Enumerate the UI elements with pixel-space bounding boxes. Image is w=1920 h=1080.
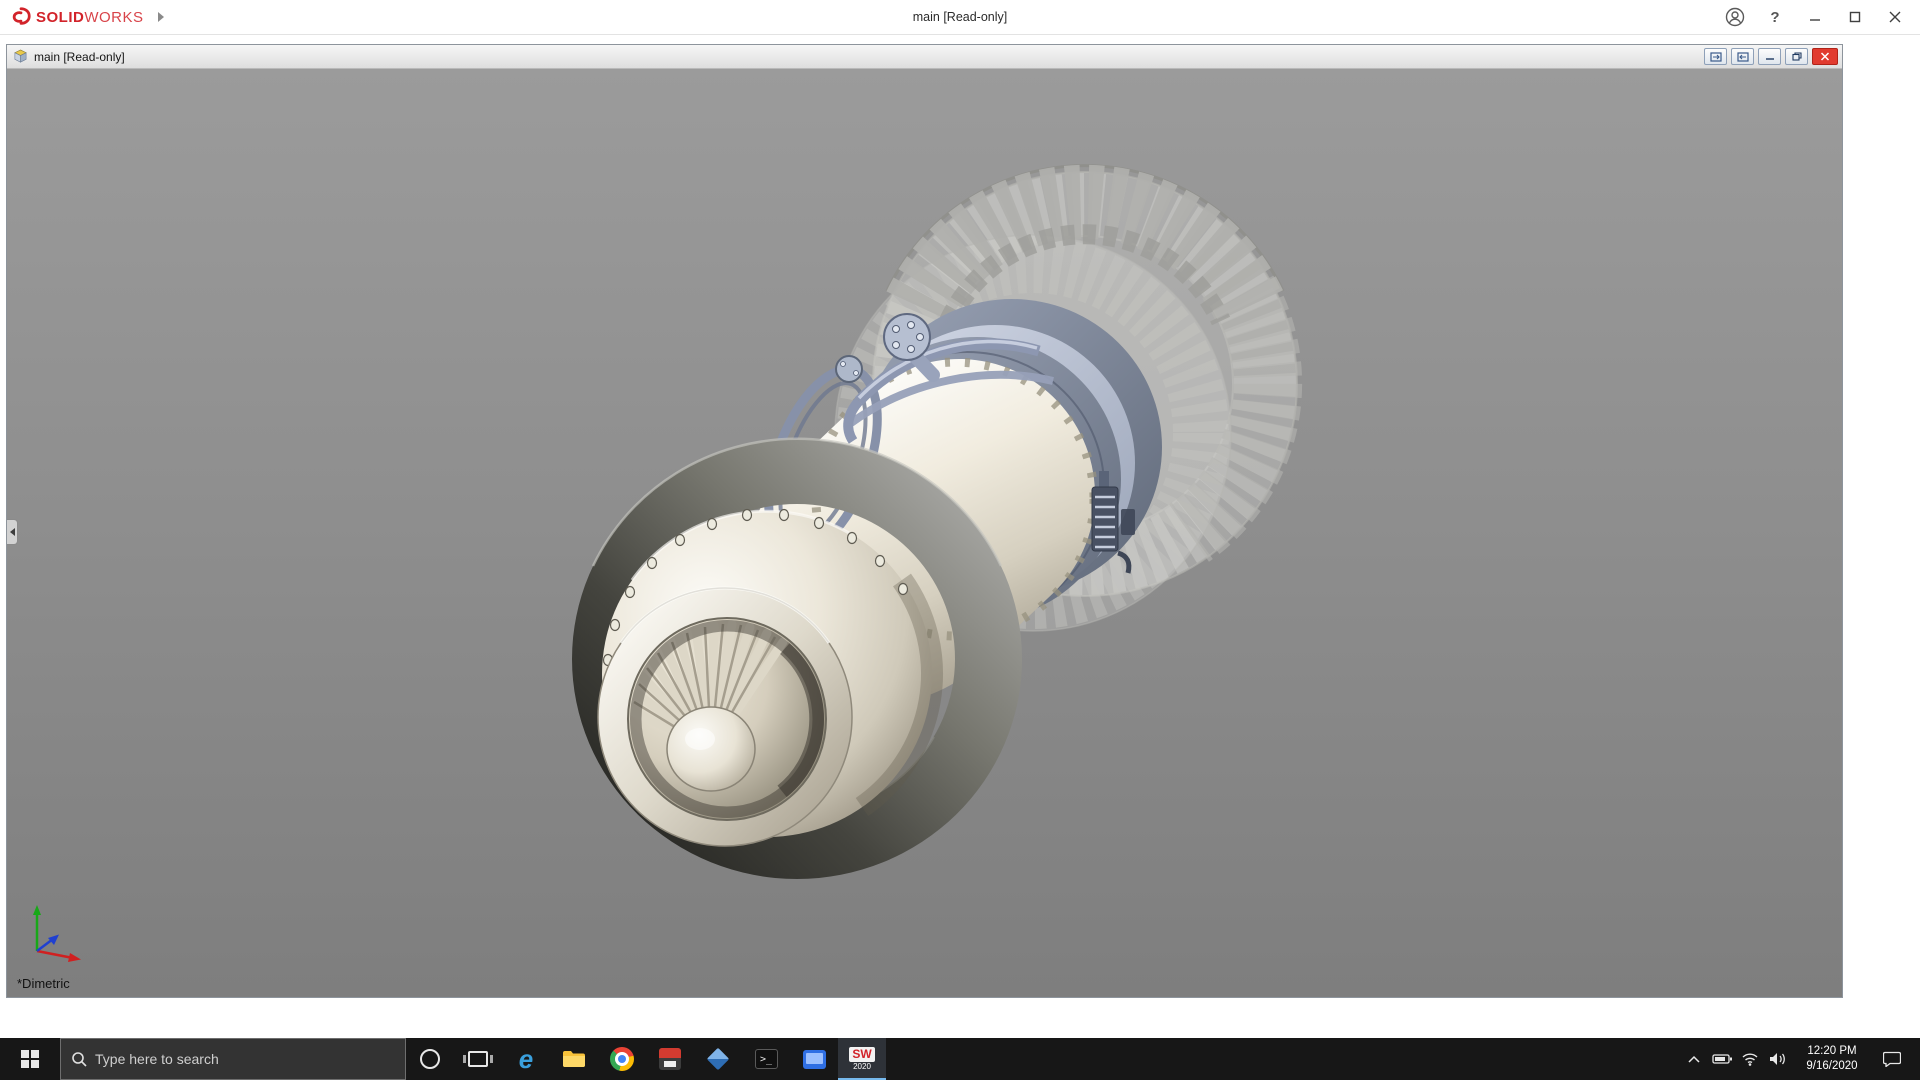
app-minimize-button[interactable] xyxy=(1800,4,1830,30)
windows-taskbar: e >_ SW 2020 xyxy=(0,1038,1920,1080)
featuremanager-collapse-arrow[interactable] xyxy=(7,519,18,545)
solidworks-app-icon: SW xyxy=(849,1047,874,1062)
edge-browser-icon: e xyxy=(519,1046,533,1072)
taskbar-icon-chrome[interactable] xyxy=(598,1038,646,1080)
triad-z-axis xyxy=(48,935,59,946)
user-avatar-icon xyxy=(1725,7,1745,27)
red-app-icon xyxy=(659,1048,681,1070)
action-center-button[interactable] xyxy=(1872,1038,1912,1080)
wifi-network-icon xyxy=(1741,1052,1759,1066)
doc-pane-button-2[interactable] xyxy=(1731,48,1754,65)
chrome-browser-icon xyxy=(610,1047,634,1071)
file-explorer-folder-icon xyxy=(562,1049,586,1069)
blue-cube-app-icon xyxy=(707,1048,730,1071)
notification-icon xyxy=(1883,1051,1901,1067)
doc-restore-button[interactable] xyxy=(1785,48,1808,65)
part-cube-icon xyxy=(13,49,28,64)
taskbar-icon-taskview[interactable] xyxy=(454,1038,502,1080)
taskbar-clock[interactable]: 12:20 PM 9/16/2020 xyxy=(1792,1044,1872,1074)
app-window-title: main [Read-only] xyxy=(0,10,1920,24)
close-icon xyxy=(1820,52,1830,61)
minimize-icon xyxy=(1765,52,1775,61)
start-button[interactable] xyxy=(0,1038,60,1080)
account-button[interactable] xyxy=(1720,4,1750,30)
doc-pane-button-1[interactable] xyxy=(1704,48,1727,65)
search-icon xyxy=(71,1051,87,1067)
taskbar-icon-app-red[interactable] xyxy=(646,1038,694,1080)
windows-logo-icon xyxy=(21,1050,39,1068)
dassault-systemes-icon xyxy=(10,6,32,28)
app-close-button[interactable] xyxy=(1880,4,1910,30)
graphics-viewport[interactable]: *Dimetric xyxy=(7,69,1842,997)
taskbar-search[interactable] xyxy=(60,1038,406,1080)
triad-x-axis xyxy=(68,953,81,962)
pane-arrow-icon xyxy=(1737,52,1749,62)
engine-3d-model xyxy=(7,69,1842,997)
app-window-controls: ? xyxy=(1720,4,1910,30)
task-view-icon xyxy=(468,1051,488,1067)
app-titlebar: SOLIDWORKS main [Read-only] ? xyxy=(0,0,1920,35)
help-icon: ? xyxy=(1770,9,1779,26)
taskbar-icon-app-blue[interactable] xyxy=(694,1038,742,1080)
speaker-volume-icon xyxy=(1769,1052,1787,1066)
restore-icon xyxy=(1792,52,1802,61)
cortana-circle-icon xyxy=(420,1049,440,1069)
clock-date: 9/16/2020 xyxy=(1806,1059,1857,1074)
taskbar-spacer xyxy=(886,1038,1680,1080)
taskbar-icon-solidworks[interactable]: SW 2020 xyxy=(838,1038,886,1080)
taskbar-icon-explorer[interactable] xyxy=(550,1038,598,1080)
tray-volume-button[interactable] xyxy=(1764,1038,1792,1080)
screen-app-icon xyxy=(803,1050,826,1069)
tray-network-button[interactable] xyxy=(1736,1038,1764,1080)
battery-icon xyxy=(1712,1053,1732,1065)
taskbar-icon-app-screen[interactable] xyxy=(790,1038,838,1080)
solidworks-logo: SOLIDWORKS xyxy=(10,6,144,28)
taskbar-icon-cortana[interactable] xyxy=(406,1038,454,1080)
chevron-left-icon xyxy=(10,528,15,536)
brand-solid: SOLID xyxy=(36,9,84,26)
system-tray: 12:20 PM 9/16/2020 xyxy=(1680,1038,1920,1080)
tray-battery-button[interactable] xyxy=(1708,1038,1736,1080)
menu-expand-arrow-icon[interactable] xyxy=(158,12,164,22)
doc-minimize-button[interactable] xyxy=(1758,48,1781,65)
brand-wordmark: SOLIDWORKS xyxy=(36,9,144,26)
document-window: main [Read-only] xyxy=(6,44,1843,998)
document-window-controls xyxy=(1704,48,1838,65)
search-input[interactable] xyxy=(95,1051,395,1067)
close-icon xyxy=(1889,11,1901,23)
tray-expand-button[interactable] xyxy=(1680,1038,1708,1080)
help-button[interactable]: ? xyxy=(1760,4,1790,30)
terminal-icon: >_ xyxy=(755,1049,778,1069)
triad-y-axis xyxy=(33,905,41,915)
clock-time: 12:20 PM xyxy=(1807,1044,1856,1059)
solidworks-version-badge: 2020 xyxy=(853,1062,871,1072)
document-title: main [Read-only] xyxy=(34,50,125,64)
app-restore-button[interactable] xyxy=(1840,4,1870,30)
screen: SOLIDWORKS main [Read-only] ? xyxy=(0,0,1920,1080)
brand-works: WORKS xyxy=(84,9,143,26)
taskbar-icon-edge[interactable]: e xyxy=(502,1038,550,1080)
taskbar-icon-terminal[interactable]: >_ xyxy=(742,1038,790,1080)
pane-arrow-icon xyxy=(1710,52,1722,62)
shaft-hub xyxy=(667,707,755,791)
document-titlebar: main [Read-only] xyxy=(7,45,1842,69)
doc-close-button[interactable] xyxy=(1812,48,1838,65)
orientation-triad xyxy=(25,899,95,965)
restore-icon xyxy=(1849,11,1861,23)
view-orientation-label: *Dimetric xyxy=(17,976,70,991)
chevron-up-icon xyxy=(1688,1055,1700,1063)
minimize-icon xyxy=(1809,11,1821,23)
